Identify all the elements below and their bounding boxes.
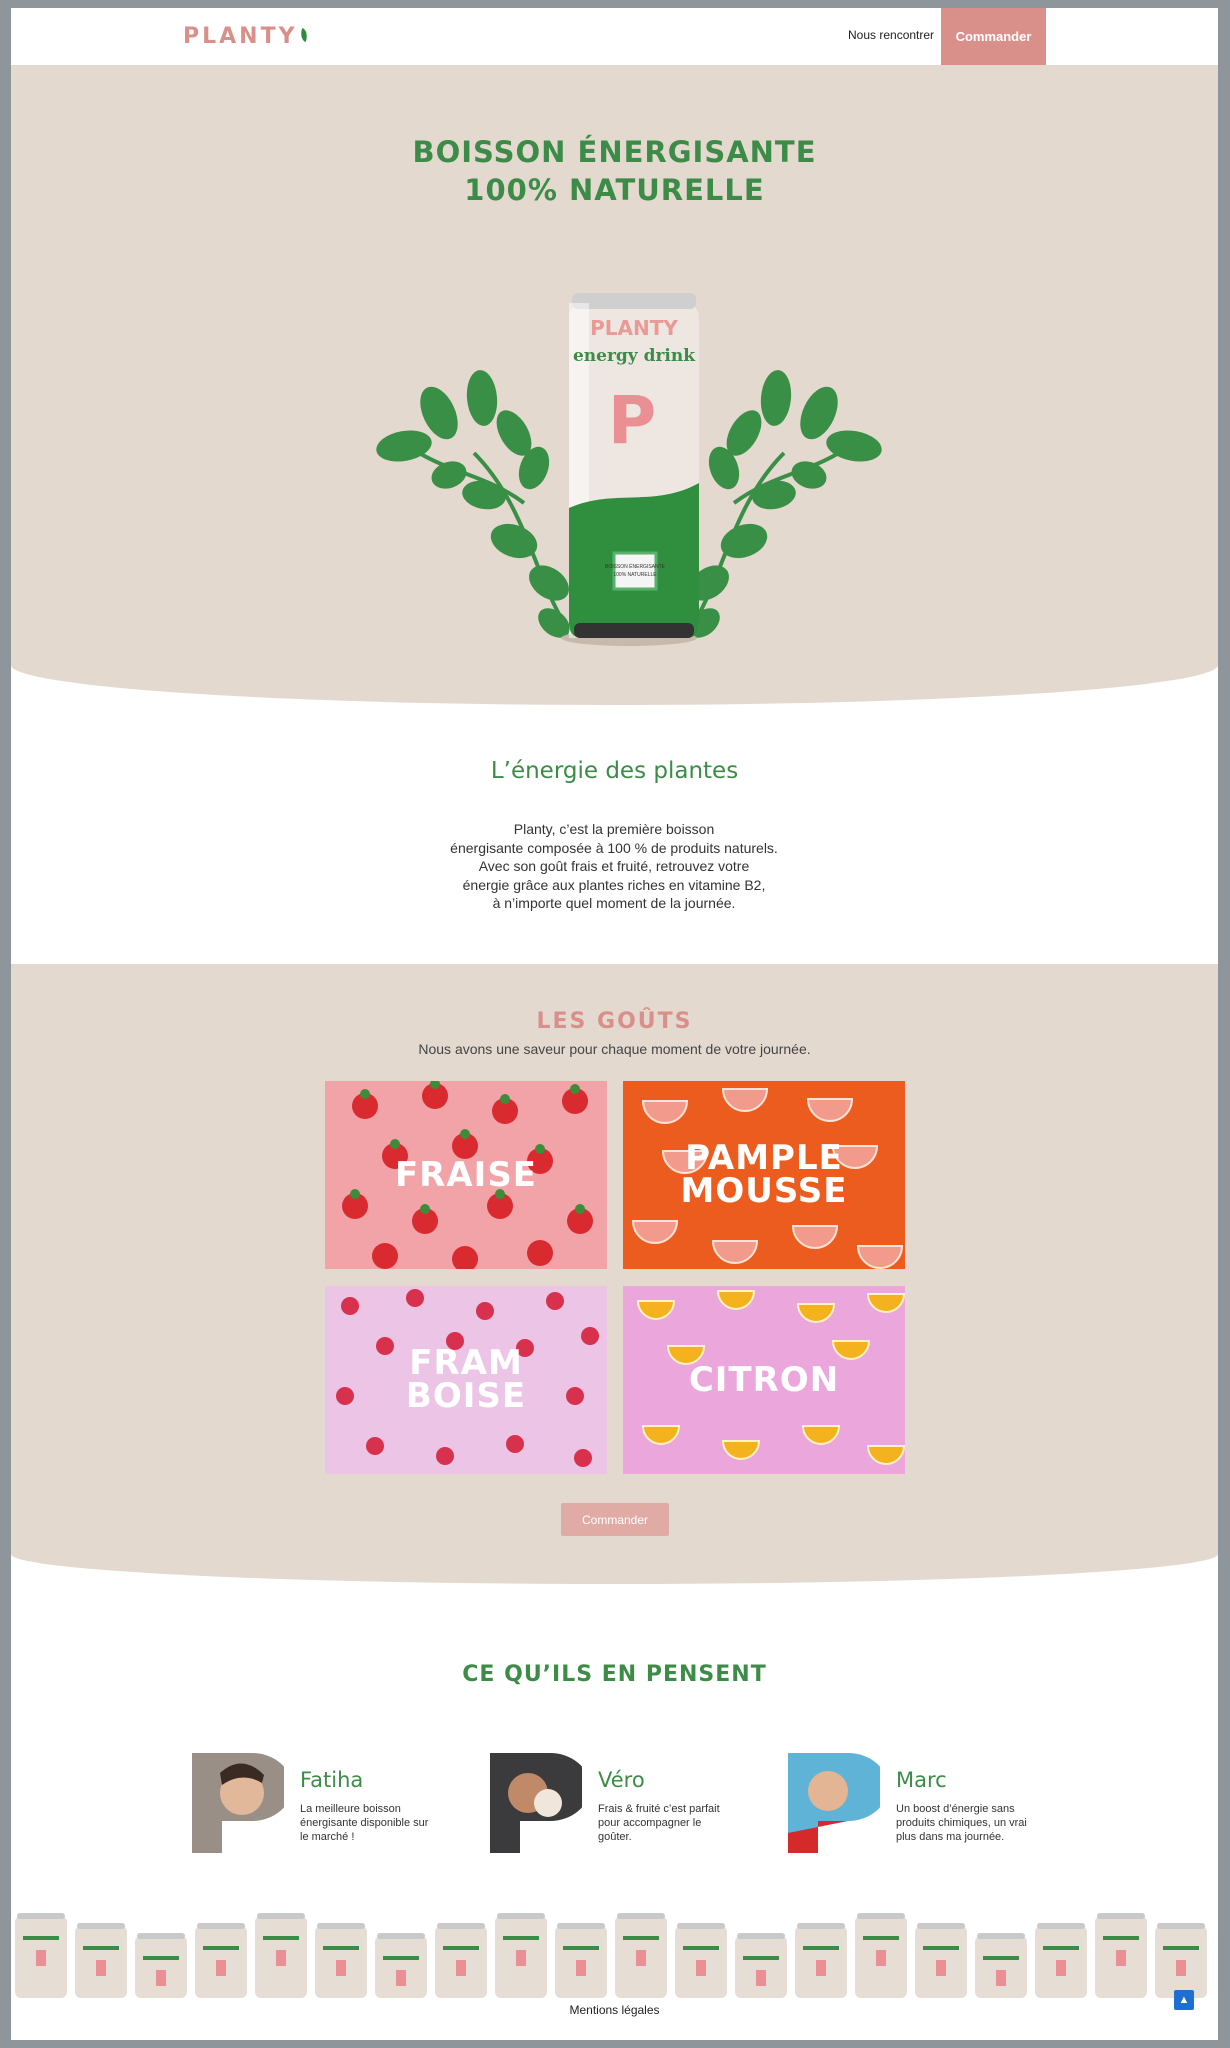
- testimonial-card: Marc Un boost d’énergie sans produits ch…: [788, 1753, 1088, 1858]
- can-subtitle: energy drink: [573, 346, 696, 366]
- flavor-tile-pamplemousse[interactable]: PAMPLE MOUSSE: [623, 1081, 905, 1269]
- testimonial-card: Véro Frais & fruité c’est parfait pour a…: [490, 1753, 790, 1858]
- can-icon: [255, 1913, 307, 1998]
- testimonials-title: CE QU’ILS EN PENSENT: [462, 1662, 767, 1687]
- can-brand: PLANTY: [590, 316, 678, 340]
- can-icon: [1035, 1923, 1087, 1998]
- avatar-fatiha: [192, 1753, 284, 1853]
- can-icon: [1155, 1923, 1207, 1998]
- can-icon: [675, 1923, 727, 1998]
- can-label-line1: BOISSON ÉNERGISANTE: [605, 563, 666, 570]
- can-icon: [975, 1933, 1027, 1998]
- flavors-title: LES GOÛTS: [536, 1009, 693, 1034]
- can-icon: [735, 1933, 787, 1998]
- can-icon: [855, 1913, 907, 1998]
- flavor-label: PAMPLE MOUSSE: [680, 1138, 848, 1211]
- avatar-marc: [788, 1753, 880, 1853]
- can-icon: [375, 1933, 427, 1998]
- can-icon: [135, 1933, 187, 1998]
- left-leaves-icon: [376, 370, 570, 638]
- flavor-label: CITRON: [688, 1359, 840, 1400]
- flavor-tile-framboise[interactable]: FRAM BOISE: [325, 1286, 607, 1474]
- page: PLANTY Nous rencontrer Commander BOISSON…: [11, 8, 1218, 2040]
- avatar-vero: [490, 1753, 582, 1853]
- order-button-header[interactable]: Commander: [941, 8, 1046, 65]
- can-icon: [435, 1923, 487, 1998]
- energie-title: L’énergie des plantes: [490, 758, 739, 784]
- testimonial-name: Marc: [896, 1768, 947, 1792]
- can-icon: [795, 1923, 847, 1998]
- hero-title-line2: 100% NATURELLE: [464, 173, 765, 207]
- flavor-label: FRAM BOISE: [405, 1343, 527, 1416]
- flavor-label: FRAISE: [394, 1154, 538, 1195]
- testimonial-card: Fatiha La meilleure boisson énergisante …: [192, 1753, 492, 1858]
- right-leaves-icon: [688, 370, 882, 638]
- nav-link-nous-rencontrer[interactable]: Nous rencontrer: [848, 28, 934, 42]
- can-icon: [195, 1923, 247, 1998]
- hero-can-illustration: PLANTY energy drink P BOISSON ÉNERGISANT…: [376, 293, 882, 646]
- hero-section: BOISSON ÉNERGISANTE 100% NATURELLE PLANT…: [11, 65, 1218, 705]
- legal-mentions-link[interactable]: Mentions légales: [11, 2003, 1218, 2017]
- can-icon: [615, 1913, 667, 1998]
- hero-title-line1: BOISSON ÉNERGISANTE: [412, 135, 817, 169]
- order-button-flavors[interactable]: Commander: [561, 1503, 669, 1536]
- site-header: PLANTY Nous rencontrer Commander: [11, 8, 1218, 65]
- can-icon: [1095, 1913, 1147, 1998]
- flavor-tile-fraise[interactable]: FRAISE: [325, 1081, 607, 1269]
- hero-title: BOISSON ÉNERGISANTE 100% NATURELLE: [11, 133, 1218, 209]
- testimonial-text: Un boost d’énergie sans produits chimiqu…: [896, 1803, 1027, 1843]
- logo[interactable]: PLANTY: [183, 24, 310, 49]
- testimonial-name: Véro: [598, 1768, 645, 1792]
- can-icon: [915, 1923, 967, 1998]
- can-label-line2: 100% NATURELLE: [613, 572, 657, 578]
- flavors-subtitle: Nous avons une saveur pour chaque moment…: [418, 1041, 811, 1057]
- leaf-icon: [297, 27, 310, 43]
- flavors-section: LES GOÛTS Nous avons une saveur pour cha…: [11, 964, 1218, 1584]
- testimonial-text: Frais & fruité c’est parfait pour accomp…: [598, 1803, 720, 1843]
- can-icon: [495, 1913, 547, 1998]
- energie-text: Planty, c’est la première boisson énergi…: [450, 821, 778, 911]
- can-icon: [75, 1923, 127, 1998]
- can-icon: [315, 1923, 367, 1998]
- can-icon: [555, 1923, 607, 1998]
- testimonial-name: Fatiha: [300, 1768, 364, 1792]
- can-letter: P: [608, 382, 656, 459]
- chevron-up-icon[interactable]: ▲: [1174, 1990, 1194, 2010]
- testimonial-text: La meilleure boisson énergisante disponi…: [300, 1803, 429, 1843]
- flavor-tile-citron[interactable]: CITRON: [623, 1286, 905, 1474]
- logo-text: PLANTY: [183, 24, 298, 49]
- can-icon: [15, 1913, 67, 1998]
- cans-strip-decoration: [15, 1913, 1207, 1998]
